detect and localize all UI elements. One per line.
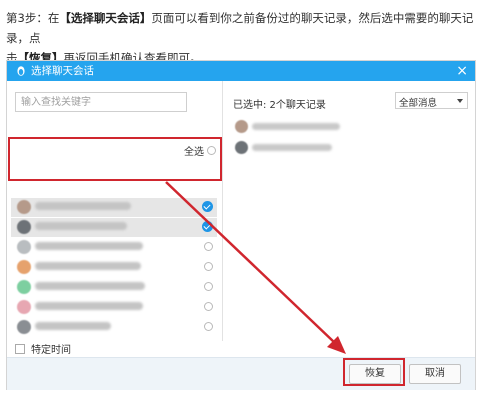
selected-avatar (235, 120, 248, 133)
restore-button[interactable]: 恢复 (349, 364, 401, 384)
specific-time-label: 特定时间 (31, 345, 71, 356)
contact-item[interactable] (11, 258, 217, 277)
page: 第3步：在【选择聊天会话】页面可以看到你之前备份过的聊天记录，然后选中需要的聊天… (0, 0, 484, 400)
instruction-text: 第3步：在【选择聊天会话】页面可以看到你之前备份过的聊天记录，然后选中需要的聊天… (6, 8, 478, 68)
cancel-button[interactable]: 取消 (409, 364, 461, 384)
select-all-toggle[interactable]: 全选 (184, 143, 216, 158)
instruction-part-1: 第3步：在 (6, 11, 60, 25)
select-all-label: 全选 (184, 147, 204, 158)
message-filter-value: 全部消息 (399, 98, 438, 109)
unchecked-circle-icon[interactable] (204, 302, 213, 311)
search-input[interactable] (15, 92, 187, 112)
select-chat-dialog: 选择聊天会话 × 全选 已选中: 2个聊天记录 全部消息 特定时间 恢复 (6, 60, 476, 390)
contact-item[interactable] (11, 278, 217, 297)
contact-item[interactable] (11, 198, 217, 217)
unchecked-circle-icon[interactable] (204, 322, 213, 331)
qq-penguin-icon (17, 66, 25, 76)
contact-avatar (17, 220, 31, 234)
contact-item[interactable] (11, 318, 217, 337)
contact-item[interactable] (11, 218, 217, 237)
selected-name-blurred (252, 123, 340, 130)
contact-name-blurred (35, 242, 143, 250)
contact-avatar (17, 240, 31, 254)
instruction-bold-1: 【选择聊天会话】 (59, 11, 152, 25)
checked-circle-icon[interactable] (202, 221, 213, 232)
contact-avatar (17, 280, 31, 294)
selected-avatar (235, 141, 248, 154)
contact-avatar (17, 320, 31, 334)
contact-list-pane: 全选 (7, 81, 223, 341)
contact-item[interactable] (11, 238, 217, 257)
contact-name-blurred (35, 322, 111, 330)
message-filter-select[interactable]: 全部消息 (395, 92, 468, 109)
close-icon[interactable]: × (456, 62, 468, 80)
contact-avatar (17, 260, 31, 274)
selected-item (235, 140, 355, 156)
contact-name-blurred (35, 202, 131, 210)
selected-pane: 已选中: 2个聊天记录 全部消息 (223, 81, 475, 341)
unchecked-circle-icon[interactable] (204, 282, 213, 291)
contact-name-blurred (35, 302, 143, 310)
specific-time-checkbox[interactable] (15, 343, 25, 354)
unchecked-circle-icon[interactable] (204, 242, 213, 251)
unchecked-circle-icon[interactable] (204, 262, 213, 271)
contact-name-blurred (35, 222, 127, 230)
contact-name-blurred (35, 262, 141, 270)
selected-item (235, 119, 355, 135)
dropdown-arrow-icon (457, 99, 463, 103)
contact-avatar (17, 300, 31, 314)
dialog-titlebar: 选择聊天会话 × (7, 61, 475, 81)
specific-time-option[interactable]: 特定时间 (15, 341, 71, 356)
dialog-footer: 恢复 取消 (7, 357, 475, 390)
contact-name-blurred (35, 282, 145, 290)
contact-avatar (17, 200, 31, 214)
checked-circle-icon[interactable] (202, 201, 213, 212)
select-all-radio[interactable] (207, 146, 216, 155)
contact-item[interactable] (11, 298, 217, 317)
selected-count: 已选中: 2个聊天记录 (233, 100, 326, 111)
dialog-title: 选择聊天会话 (31, 65, 94, 77)
selected-name-blurred (252, 144, 332, 151)
